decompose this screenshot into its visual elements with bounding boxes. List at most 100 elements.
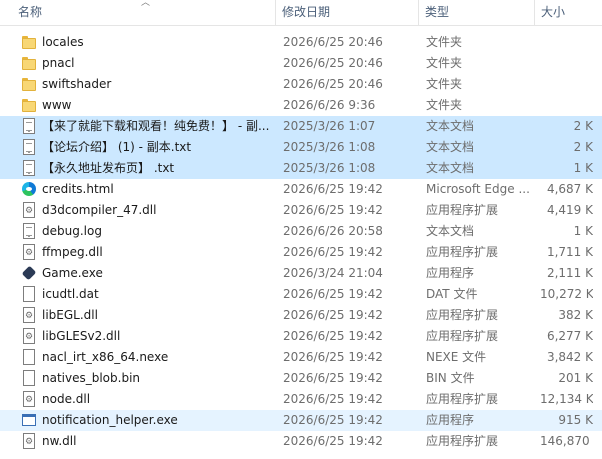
column-header-name[interactable]: 名称 ︿: [0, 0, 276, 25]
file-name: icudtl.dat: [42, 287, 99, 301]
column-header-name-label: 名称: [18, 5, 43, 19]
column-header-size[interactable]: 大小: [535, 0, 602, 25]
file-date: 2026/6/25 19:42: [283, 392, 383, 406]
file-name: nw.dll: [42, 434, 77, 448]
file-name: node.dll: [42, 392, 91, 406]
file-name: notification_helper.exe: [42, 413, 178, 427]
file-row[interactable]: swiftshader 2026/6/25 20:46 文件夹: [0, 74, 602, 95]
file-row[interactable]: libGLESv2.dll 2026/6/25 19:42 应用程序扩展 6,277 …: [0, 326, 602, 347]
file-row[interactable]: ffmpeg.dll 2026/6/25 19:42 应用程序扩展 1,711 K: [0, 242, 602, 263]
file-name: d3dcompiler_47.dll: [42, 203, 157, 217]
file-name: debug.log: [42, 224, 102, 238]
text-file-icon: [21, 160, 37, 176]
file-name: 【来了就能下载和观看！纯免费！】 - 副...: [42, 119, 270, 133]
file-row[interactable]: pnacl 2026/6/25 20:46 文件夹: [0, 53, 602, 74]
file-row[interactable]: libEGL.dll 2026/6/25 19:42 应用程序扩展 382 K: [0, 305, 602, 326]
file-date: 2026/6/25 19:42: [283, 245, 383, 259]
dll-icon: [21, 307, 37, 323]
column-header-size-label: 大小: [541, 5, 566, 19]
file-row[interactable]: locales 2026/6/25 20:46 文件夹: [0, 32, 602, 53]
file-date: 2026/6/25 20:46: [283, 56, 383, 70]
file-date: 2026/6/25 19:42: [283, 203, 383, 217]
edge-icon: [21, 181, 37, 197]
file-type: 应用程序: [426, 413, 475, 427]
folder-icon: [21, 55, 37, 71]
file-type: Microsoft Edge ...: [426, 182, 530, 196]
file-size: [540, 32, 593, 53]
file-size: 382 K: [558, 308, 593, 322]
file-row[interactable]: 【来了就能下载和观看！纯免费！】 - 副... 2025/3/26 1:07 文本文…: [0, 116, 602, 137]
text-file-icon: [21, 118, 37, 134]
file-name: libGLESv2.dll: [42, 329, 121, 343]
file-type: 应用程序扩展: [426, 434, 499, 448]
file-type: 文件夹: [426, 77, 463, 91]
file-date: 2026/3/24 21:04: [283, 266, 383, 280]
file-size: 4,419 K: [546, 203, 593, 217]
file-row[interactable]: 【永久地址发布页】 .txt 2025/3/26 1:08 文本文档 1 K: [0, 158, 602, 179]
dll-icon: [21, 328, 37, 344]
file-type: DAT 文件: [426, 287, 478, 301]
file-row[interactable]: d3dcompiler_47.dll 2026/6/25 19:42 应用程序扩展 4…: [0, 200, 602, 221]
game-exe-icon: [21, 265, 37, 281]
file-row[interactable]: credits.html 2026/6/25 19:42 Microsoft Edg…: [0, 179, 602, 200]
file-type: 文本文档: [426, 140, 475, 154]
file-name: nacl_irt_x86_64.nexe: [42, 350, 169, 364]
column-header-type[interactable]: 类型: [419, 0, 535, 25]
file-type: 应用程序扩展: [426, 308, 499, 322]
folder-icon: [21, 76, 37, 92]
file-type: 文本文档: [426, 161, 475, 175]
file-row[interactable]: debug.log 2026/6/26 20:58 文本文档 1 K: [0, 221, 602, 242]
file-size: 1 K: [573, 224, 593, 238]
file-type: NEXE 文件: [426, 350, 487, 364]
file-row[interactable]: 【论坛介绍】 (1) - 副本.txt 2025/3/26 1:08 文本文档 2 K: [0, 137, 602, 158]
file-row[interactable]: nw.dll 2026/6/25 19:42 应用程序扩展 146,870 K: [0, 431, 602, 452]
file-size: 3,842 K: [546, 350, 593, 364]
file-row[interactable]: Game.exe 2026/3/24 21:04 应用程序 2,111 K: [0, 263, 602, 284]
file-row[interactable]: www 2026/6/26 9:36 文件夹: [0, 95, 602, 116]
file-date: 2026/6/25 19:42: [283, 287, 383, 301]
file-date: 2025/3/26 1:08: [283, 140, 376, 154]
column-header-date[interactable]: 修改日期: [276, 0, 419, 25]
dll-icon: [21, 202, 37, 218]
file-date: 2026/6/25 19:42: [283, 371, 383, 385]
file-date: 2026/6/25 19:42: [283, 434, 383, 448]
file-type: 应用程序扩展: [426, 329, 499, 343]
file-date: 2026/6/26 20:58: [283, 224, 383, 238]
app-exe-icon: [21, 412, 37, 428]
file-type: 文件夹: [426, 98, 463, 112]
dll-icon: [21, 244, 37, 260]
file-date: 2025/3/26 1:08: [283, 161, 376, 175]
file-date: 2026/6/25 20:46: [283, 35, 383, 49]
file-name: credits.html: [42, 182, 114, 196]
file-type: 文件夹: [426, 35, 463, 49]
file-size: 2 K: [573, 140, 593, 154]
file-row[interactable]: nacl_irt_x86_64.nexe 2026/6/25 19:42 NEXE …: [0, 347, 602, 368]
column-header-bar: 名称 ︿ 修改日期 类型 大小: [0, 0, 602, 26]
file-type: 文本文档: [426, 224, 475, 238]
file-size: 12,134 K: [540, 392, 593, 406]
file-size: 4,687 K: [546, 182, 593, 196]
file-size: [540, 74, 593, 95]
file-type: 应用程序扩展: [426, 245, 499, 259]
file-name: Game.exe: [42, 266, 103, 280]
file-row[interactable]: notification_helper.exe 2026/6/25 19:42 应用…: [0, 410, 602, 431]
file-date: 2026/6/25 19:42: [283, 350, 383, 364]
file-date: 2026/6/25 19:42: [283, 308, 383, 322]
column-header-type-label: 类型: [425, 5, 450, 19]
file-row[interactable]: node.dll 2026/6/25 19:42 应用程序扩展 12,134 K: [0, 389, 602, 410]
file-list: locales 2026/6/25 20:46 文件夹 pnacl 2026/6/25 …: [0, 32, 602, 452]
file-row[interactable]: natives_blob.bin 2026/6/25 19:42 BIN 文件 201…: [0, 368, 602, 389]
file-name: ffmpeg.dll: [42, 245, 103, 259]
file-size: [540, 53, 593, 74]
file-size: [540, 95, 593, 116]
column-header-date-label: 修改日期: [282, 5, 331, 19]
file-icon: [21, 349, 37, 365]
file-name: www: [42, 98, 72, 112]
text-file-icon: [21, 223, 37, 239]
file-row[interactable]: icudtl.dat 2026/6/25 19:42 DAT 文件 10,272 K: [0, 284, 602, 305]
file-type: 应用程序扩展: [426, 203, 499, 217]
file-name: locales: [42, 35, 84, 49]
dll-icon: [21, 391, 37, 407]
folder-icon: [21, 97, 37, 113]
file-icon: [21, 370, 37, 386]
